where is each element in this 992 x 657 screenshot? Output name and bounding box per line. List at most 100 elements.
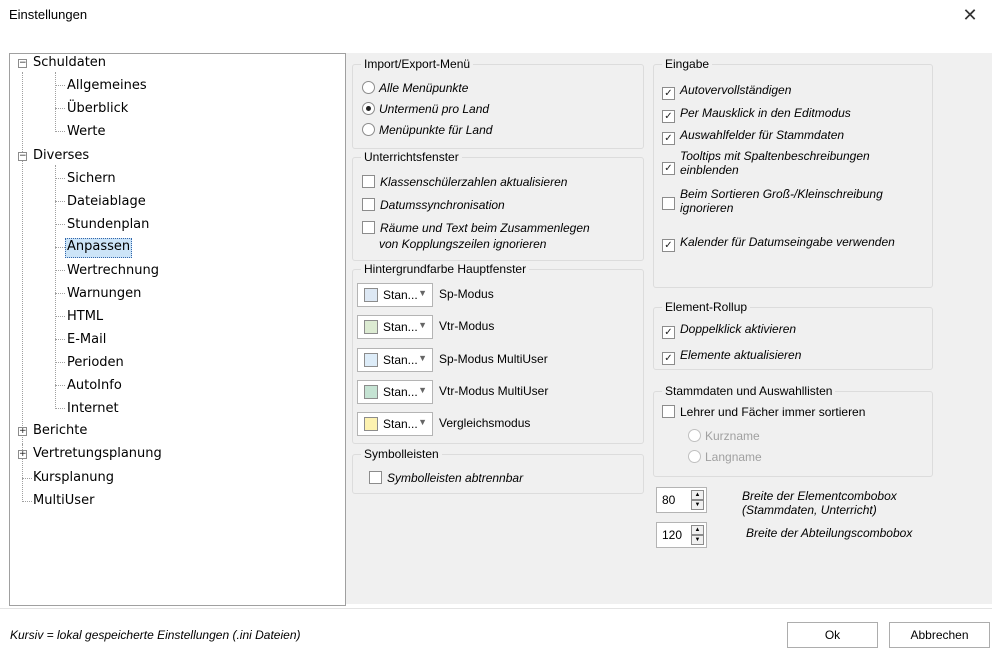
tree-line: [55, 85, 65, 86]
ok-button[interactable]: Ok: [787, 622, 878, 648]
checkbox-box[interactable]: [662, 197, 675, 210]
checkbox-sortieren-gross-klein[interactable]: [662, 197, 680, 211]
checkbox-kalender-datumseingabe[interactable]: ✓ Kalender für Datumseingabe verwenden: [662, 235, 895, 252]
checkbox-symbolleisten-abtrennbar[interactable]: Symbolleisten abtrennbar: [369, 471, 523, 485]
expand-icon[interactable]: +: [18, 427, 27, 436]
import-export-group: Import/Export-Menü Alle Menüpunkte Unter…: [352, 57, 644, 149]
radio-menuepunkte-fuer-land[interactable]: Menüpunkte für Land: [362, 123, 492, 137]
combo-value: Stan...: [383, 320, 418, 334]
color-combo-sp-modus-multiuser[interactable]: Stan... ▼: [357, 348, 433, 372]
tree-item-allgemeines[interactable]: Allgemeines: [67, 77, 147, 95]
cancel-button[interactable]: Abbrechen: [889, 622, 990, 648]
color-combo-vtr-modus[interactable]: Stan... ▼: [357, 315, 433, 339]
tree-item-anpassen[interactable]: Anpassen: [65, 238, 133, 258]
tree-item-wertrechnung[interactable]: Wertrechnung: [67, 262, 159, 280]
checkbox-tooltips[interactable]: ✓: [662, 158, 680, 175]
tree-item-warnungen[interactable]: Warnungen: [67, 285, 141, 303]
settings-tree[interactable]: − − + + Schuldaten Allgemeines Überblick…: [9, 53, 346, 606]
tree-item-diverses[interactable]: Diverses: [33, 147, 89, 165]
checkbox-lehrer-faecher-sortieren[interactable]: Lehrer und Fächer immer sortieren: [662, 405, 865, 419]
check-icon[interactable]: ✓: [662, 87, 675, 100]
checkbox-datumssynchronisation[interactable]: Datumssynchronisation: [362, 198, 505, 212]
tree-item-schuldaten[interactable]: Schuldaten: [33, 54, 106, 72]
abteilung-combobox-width-spinner[interactable]: 120 ▲ ▼: [656, 522, 707, 548]
checkbox-box[interactable]: [662, 405, 675, 418]
checkbox-label: von Kopplungszeilen ignorieren: [379, 237, 547, 251]
close-icon[interactable]: ✕: [948, 0, 992, 30]
combo-value: Stan...: [383, 385, 418, 399]
radio-kurzname[interactable]: Kurzname: [688, 429, 760, 443]
tree-item-werte[interactable]: Werte: [67, 123, 106, 141]
combo-label: Vergleichsmodus: [439, 416, 531, 430]
expand-icon[interactable]: +: [18, 450, 27, 459]
checkbox-klassenschuelerzahlen[interactable]: Klassenschülerzahlen aktualisieren: [362, 175, 567, 189]
tree-line: [55, 224, 65, 225]
spinner-value[interactable]: 120: [662, 528, 682, 542]
chevron-down-icon[interactable]: ▼: [418, 353, 427, 363]
spin-up-icon[interactable]: ▲: [691, 525, 704, 535]
color-swatch: [364, 320, 378, 334]
radio-alle-menuepunkte[interactable]: Alle Menüpunkte: [362, 81, 468, 95]
color-combo-sp-modus[interactable]: Stan... ▼: [357, 283, 433, 307]
tree-item-ueberblick[interactable]: Überblick: [67, 100, 128, 118]
group-title: Unterrichtsfenster: [361, 150, 462, 164]
spin-up-icon[interactable]: ▲: [691, 490, 704, 500]
radio-circle[interactable]: [362, 102, 375, 115]
tree-line: [55, 362, 65, 363]
checkbox-box[interactable]: [362, 198, 375, 211]
tree-item-kursplanung[interactable]: Kursplanung: [33, 469, 114, 487]
check-icon[interactable]: ✓: [662, 162, 675, 175]
check-icon[interactable]: ✓: [662, 352, 675, 365]
checkbox-raeume-text[interactable]: Räume und Text beim Zusammenlegen: [362, 221, 590, 235]
checkbox-autovervollstaendigen[interactable]: ✓ Autovervollständigen: [662, 83, 791, 100]
spinner-value[interactable]: 80: [662, 493, 675, 507]
check-icon[interactable]: ✓: [662, 326, 675, 339]
collapse-icon[interactable]: −: [18, 59, 27, 68]
tree-item-perioden[interactable]: Perioden: [67, 354, 124, 372]
check-icon[interactable]: ✓: [662, 239, 675, 252]
tree-line: [22, 72, 23, 456]
checkbox-box[interactable]: [362, 221, 375, 234]
collapse-icon[interactable]: −: [18, 152, 27, 161]
checkbox-auswahlfelder[interactable]: ✓ Auswahlfelder für Stammdaten: [662, 128, 844, 145]
radio-circle[interactable]: [688, 429, 701, 442]
radio-langname[interactable]: Langname: [688, 450, 762, 464]
tree-item-internet[interactable]: Internet: [67, 400, 119, 418]
hintergrund-group: Hintergrundfarbe Hauptfenster Stan... ▼ …: [352, 262, 644, 444]
check-icon[interactable]: ✓: [662, 110, 675, 123]
radio-circle[interactable]: [362, 81, 375, 94]
element-combobox-width-spinner[interactable]: 80 ▲ ▼: [656, 487, 707, 513]
checkbox-box[interactable]: [369, 471, 382, 484]
tree-item-html[interactable]: HTML: [67, 308, 103, 326]
tree-line: [55, 131, 65, 132]
checkbox-doppelklick[interactable]: ✓ Doppelklick aktivieren: [662, 322, 796, 339]
color-combo-vtr-modus-multiuser[interactable]: Stan... ▼: [357, 380, 433, 404]
check-icon[interactable]: ✓: [662, 132, 675, 145]
tree-item-multiuser[interactable]: MultiUser: [33, 492, 94, 510]
chevron-down-icon[interactable]: ▼: [418, 417, 427, 427]
chevron-down-icon[interactable]: ▼: [418, 385, 427, 395]
radio-circle[interactable]: [688, 450, 701, 463]
spinner-label: (Stammdaten, Unterricht): [742, 503, 877, 517]
combo-label: Sp-Modus: [439, 287, 494, 301]
tree-item-berichte[interactable]: Berichte: [33, 422, 87, 440]
tree-item-sichern[interactable]: Sichern: [67, 170, 116, 188]
tree-item-email[interactable]: E-Mail: [67, 331, 106, 349]
radio-label: Menüpunkte für Land: [379, 123, 493, 137]
color-combo-vergleichsmodus[interactable]: Stan... ▼: [357, 412, 433, 436]
radio-untermenue-pro-land[interactable]: Untermenü pro Land: [362, 102, 489, 116]
checkbox-elemente-aktualisieren[interactable]: ✓ Elemente aktualisieren: [662, 348, 801, 365]
chevron-down-icon[interactable]: ▼: [418, 288, 427, 298]
spin-down-icon[interactable]: ▼: [691, 535, 704, 545]
radio-circle[interactable]: [362, 123, 375, 136]
checkbox-mausklick-editmodus[interactable]: ✓ Per Mausklick in den Editmodus: [662, 106, 851, 123]
tree-item-stundenplan[interactable]: Stundenplan: [67, 216, 149, 234]
tree-item-dateiablage[interactable]: Dateiablage: [67, 193, 146, 211]
chevron-down-icon[interactable]: ▼: [418, 320, 427, 330]
tree-item-autoinfo[interactable]: AutoInfo: [67, 377, 122, 395]
radio-label: Kurzname: [705, 429, 760, 443]
tree-item-vertretungsplanung[interactable]: Vertretungsplanung: [33, 445, 162, 463]
checkbox-label: Datumssynchronisation: [380, 198, 505, 212]
checkbox-box[interactable]: [362, 175, 375, 188]
spin-down-icon[interactable]: ▼: [691, 500, 704, 510]
